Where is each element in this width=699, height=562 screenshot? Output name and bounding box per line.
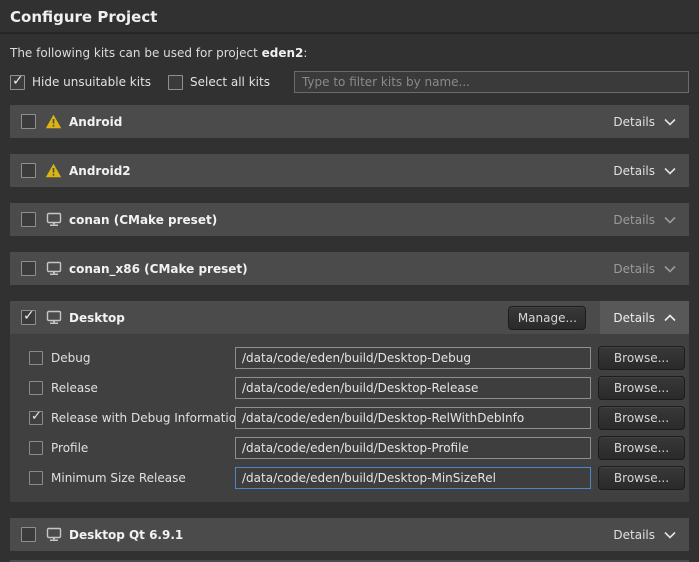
- details-label: Details: [613, 528, 655, 542]
- desktop-icon: [45, 212, 62, 228]
- config-row-relwithdebinfo: Release with Debug Information Browse...: [29, 403, 685, 433]
- kit-filter-input[interactable]: [294, 71, 689, 93]
- config-label[interactable]: Release with Debug Information: [51, 411, 235, 425]
- kit-android: Android Details: [10, 105, 689, 138]
- kit-row: conan_x86 (CMake preset) Details: [10, 252, 689, 285]
- config-row-minsizerel: Minimum Size Release Browse...: [29, 463, 685, 493]
- kit-name: Android: [69, 115, 600, 129]
- kit-row: conan (CMake preset) Details: [10, 203, 689, 236]
- kit-name: Desktop Qt 6.9.1: [69, 528, 600, 542]
- config-label[interactable]: Profile: [51, 441, 235, 455]
- config-checkbox[interactable]: [29, 381, 43, 395]
- desktop-icon: [45, 310, 62, 326]
- build-dir-input[interactable]: [235, 407, 591, 429]
- details-label: Details: [613, 213, 655, 227]
- build-dir-input[interactable]: [235, 437, 591, 459]
- hide-unsuitable-checkbox[interactable]: [10, 75, 25, 90]
- chevron-down-icon: [664, 265, 676, 273]
- page-title: Configure Project: [0, 0, 699, 26]
- configure-project-page: Configure Project The following kits can…: [0, 0, 699, 562]
- browse-button[interactable]: Browse...: [598, 406, 685, 430]
- hide-unsuitable-label[interactable]: Hide unsuitable kits: [32, 75, 151, 89]
- config-label[interactable]: Release: [51, 381, 235, 395]
- kit-checkbox[interactable]: [21, 261, 36, 276]
- kit-desktop-qt-691: Desktop Qt 6.9.1 Details: [10, 518, 689, 551]
- browse-button[interactable]: Browse...: [598, 376, 685, 400]
- config-row-profile: Profile Browse...: [29, 433, 685, 463]
- kit-checkbox[interactable]: [21, 527, 36, 542]
- intro-suffix: :: [303, 46, 307, 60]
- details-toggle[interactable]: Details: [600, 301, 689, 334]
- select-all-checkbox[interactable]: [168, 75, 183, 90]
- details-label: Details: [613, 311, 655, 325]
- kit-name: conan_x86 (CMake preset): [69, 262, 600, 276]
- kit-row: Desktop Qt 6.9.1 Details: [10, 518, 689, 551]
- kit-name: conan (CMake preset): [69, 213, 600, 227]
- kit-conan: conan (CMake preset) Details: [10, 203, 689, 236]
- project-name: eden2: [262, 46, 304, 60]
- desktop-icon: [45, 261, 62, 277]
- kit-name: Android2: [69, 164, 600, 178]
- warning-icon: [45, 114, 62, 130]
- chevron-down-icon: [664, 167, 676, 175]
- config-checkbox[interactable]: [29, 471, 43, 485]
- select-all-group: Select all kits: [168, 75, 270, 90]
- config-label[interactable]: Minimum Size Release: [51, 471, 235, 485]
- details-toggle[interactable]: Details: [600, 252, 689, 285]
- build-dir-input[interactable]: [235, 467, 591, 489]
- manage-button[interactable]: Manage...: [508, 306, 586, 330]
- details-label: Details: [613, 115, 655, 129]
- browse-button[interactable]: Browse...: [598, 346, 685, 370]
- kit-checkbox[interactable]: [21, 212, 36, 227]
- warning-icon: [45, 163, 62, 179]
- desktop-icon: [45, 527, 62, 543]
- config-checkbox[interactable]: [29, 441, 43, 455]
- kit-row: Android Details: [10, 105, 689, 138]
- intro-text: The following kits can be used for proje…: [10, 46, 689, 60]
- chevron-down-icon: [664, 118, 676, 126]
- chevron-down-icon: [664, 216, 676, 224]
- details-label: Details: [613, 262, 655, 276]
- details-toggle[interactable]: Details: [600, 154, 689, 187]
- title-separator: [0, 32, 699, 34]
- kit-row: Android2 Details: [10, 154, 689, 187]
- desktop-build-configs: Debug Browse... Release Browse... Releas…: [10, 334, 689, 502]
- hide-unsuitable-group: Hide unsuitable kits: [10, 75, 151, 90]
- config-row-release: Release Browse...: [29, 373, 685, 403]
- config-row-debug: Debug Browse...: [29, 343, 685, 373]
- build-dir-input[interactable]: [235, 347, 591, 369]
- details-label: Details: [613, 164, 655, 178]
- kit-desktop: Desktop Manage... Details Debug Browse..…: [10, 301, 689, 502]
- chevron-down-icon: [664, 531, 676, 539]
- browse-button[interactable]: Browse...: [598, 436, 685, 460]
- details-toggle[interactable]: Details: [600, 105, 689, 138]
- kit-checkbox[interactable]: [21, 114, 36, 129]
- intro-prefix: The following kits can be used for proje…: [10, 46, 262, 60]
- details-toggle[interactable]: Details: [600, 518, 689, 551]
- kit-checkbox[interactable]: [21, 163, 36, 178]
- config-checkbox[interactable]: [29, 411, 43, 425]
- build-dir-input[interactable]: [235, 377, 591, 399]
- select-all-label[interactable]: Select all kits: [190, 75, 270, 89]
- chevron-up-icon: [664, 314, 676, 322]
- kit-filter-toolbar: Hide unsuitable kits Select all kits: [10, 70, 689, 94]
- details-toggle[interactable]: Details: [600, 203, 689, 236]
- config-checkbox[interactable]: [29, 351, 43, 365]
- config-label[interactable]: Debug: [51, 351, 235, 365]
- kit-checkbox[interactable]: [21, 310, 36, 325]
- browse-button[interactable]: Browse...: [598, 466, 685, 490]
- kit-row: Desktop Manage... Details: [10, 301, 689, 334]
- kit-conan-x86: conan_x86 (CMake preset) Details: [10, 252, 689, 285]
- kit-name: Desktop: [69, 311, 508, 325]
- kit-android2: Android2 Details: [10, 154, 689, 187]
